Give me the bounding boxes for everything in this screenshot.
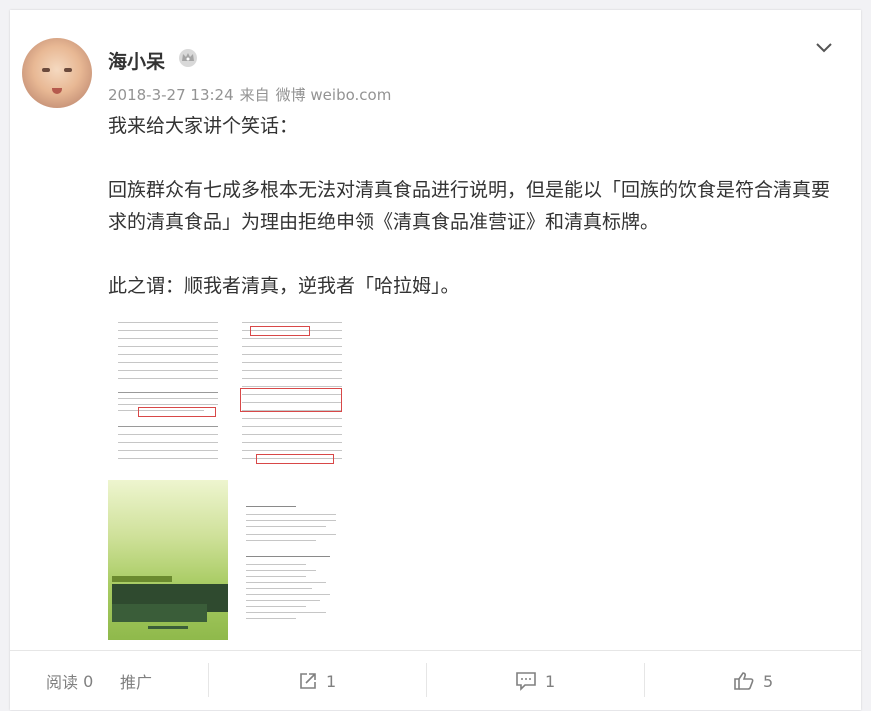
like-count: 5: [763, 671, 774, 691]
post-timestamp[interactable]: 2018-3-27 13:24: [108, 86, 234, 104]
divider: [644, 663, 645, 697]
post-paragraph: 此之谓：顺我者清真，逆我者「哈拉姆」。: [108, 275, 460, 297]
like-button[interactable]: 5: [733, 651, 793, 711]
post-source[interactable]: 微博 weibo.com: [276, 86, 392, 104]
divider: [208, 663, 209, 697]
read-count: 阅读 0: [46, 651, 106, 711]
avatar-eye: [64, 68, 72, 72]
author-name[interactable]: 海小呆: [108, 47, 165, 74]
share-icon: [300, 673, 316, 689]
avatar-mouth: [52, 88, 62, 94]
post-image-copyright-page[interactable]: [232, 480, 352, 640]
read-label: 阅读: [46, 673, 79, 692]
share-count: 1: [326, 671, 337, 691]
avatar-eye: [42, 68, 50, 72]
post-content: 我来给大家讲个笑话： 回族群众有七成多根本无法对清真食品进行说明，但是能以「回族…: [108, 110, 838, 302]
comment-button[interactable]: 1: [515, 651, 575, 711]
crown-badge-icon: [179, 49, 197, 67]
divider: [426, 663, 427, 697]
post-paragraph: 我来给大家讲个笑话：: [108, 115, 299, 137]
post-image-grid: [108, 312, 352, 640]
avatar[interactable]: [22, 38, 92, 108]
weibo-post-card: 海小呆 2018-3-27 13:24 来自 微博 weibo.com 我来给大家讲…: [10, 10, 861, 710]
post-image-document-text[interactable]: [232, 312, 352, 472]
share-button[interactable]: 1: [298, 651, 358, 711]
source-prefix: 来自: [239, 86, 270, 104]
thumbs-up-icon: [734, 672, 754, 690]
chevron-down-icon[interactable]: [813, 36, 835, 58]
book-cover-subtitle-block: [112, 604, 207, 622]
post-action-bar: 阅读 0 推广 1 1 5: [10, 650, 861, 711]
book-cover-publisher-block: [148, 626, 188, 629]
read-count-value: 0: [83, 671, 94, 691]
comment-icon: [516, 672, 536, 691]
book-cover-band: [112, 576, 172, 582]
comment-count: 1: [545, 671, 556, 691]
post-image-document-table[interactable]: [108, 312, 228, 472]
promote-label: 推广: [120, 673, 153, 692]
promote-button[interactable]: 推广: [120, 651, 170, 711]
post-meta: 2018-3-27 13:24 来自 微博 weibo.com: [108, 84, 397, 105]
post-image-book-cover[interactable]: [108, 480, 228, 640]
post-paragraph: 回族群众有七成多根本无法对清真食品进行说明，但是能以「回族的饮食是符合清真要求的…: [108, 179, 831, 233]
